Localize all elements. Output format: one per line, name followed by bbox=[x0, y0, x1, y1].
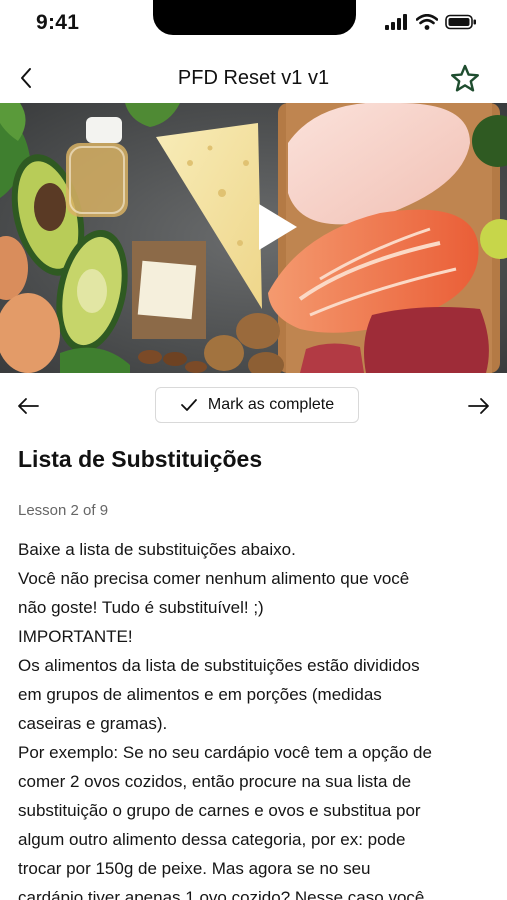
lesson-text-line: substituição o grupo de carnes e ovos e … bbox=[18, 801, 421, 820]
lesson-text-line: Baixe a lista de substituições abaixo. bbox=[18, 540, 296, 559]
camera-notch bbox=[153, 0, 356, 35]
lesson-text-line: Os alimentos da lista de substituições e… bbox=[18, 656, 420, 675]
lesson-text-line: cardápio tiver apenas 1 ovo cozido? Ness… bbox=[18, 888, 425, 900]
lesson-video-thumbnail[interactable] bbox=[0, 103, 507, 373]
next-lesson-arrow-icon[interactable] bbox=[465, 392, 493, 420]
lesson-text-line: algum outro alimento dessa categoria, po… bbox=[18, 830, 406, 849]
battery-icon bbox=[445, 14, 476, 30]
page-title: PFD Reset v1 v1 bbox=[177, 67, 330, 89]
food-image bbox=[0, 103, 507, 373]
status-time: 9:41 bbox=[36, 11, 80, 34]
checkmark-icon bbox=[180, 399, 197, 411]
lesson-description: Baixe a lista de substituições abaixo. V… bbox=[18, 535, 494, 900]
lesson-text-line: Por exemplo: Se no seu cardápio você tem… bbox=[18, 743, 432, 762]
status-bar: 9:41 bbox=[0, 0, 507, 48]
lesson-text-line: em grupos de alimentos e em porções (med… bbox=[18, 685, 382, 704]
lesson-text-line: Você não precisa comer nenhum alimento q… bbox=[18, 569, 410, 588]
previous-lesson-arrow-icon[interactable] bbox=[14, 392, 42, 420]
lesson-text-line: trocar por 150g de peixe. Mas agora se n… bbox=[18, 859, 371, 878]
lesson-progress: Lesson 2 of 9 bbox=[18, 502, 109, 519]
mark-as-complete-label: Mark as complete bbox=[207, 396, 335, 413]
lesson-controls: Mark as complete bbox=[0, 387, 507, 425]
lesson-text-line: caseiras e gramas). bbox=[18, 714, 168, 733]
lesson-text-line: IMPORTANTE! bbox=[18, 627, 133, 646]
lesson-title: Lista de Substituições bbox=[18, 446, 263, 472]
nav-header: PFD Reset v1 v1 bbox=[0, 56, 507, 102]
lesson-text-line: comer 2 ovos cozidos, então procure na s… bbox=[18, 772, 412, 791]
mark-as-complete-button[interactable]: Mark as complete bbox=[155, 387, 359, 423]
favorite-star-icon[interactable] bbox=[449, 63, 481, 95]
lesson-text-line: não goste! Tudo é substituível! ;) bbox=[18, 598, 264, 617]
cellular-signal-icon bbox=[385, 14, 407, 30]
status-icons bbox=[385, 14, 477, 30]
wifi-icon bbox=[416, 14, 438, 30]
